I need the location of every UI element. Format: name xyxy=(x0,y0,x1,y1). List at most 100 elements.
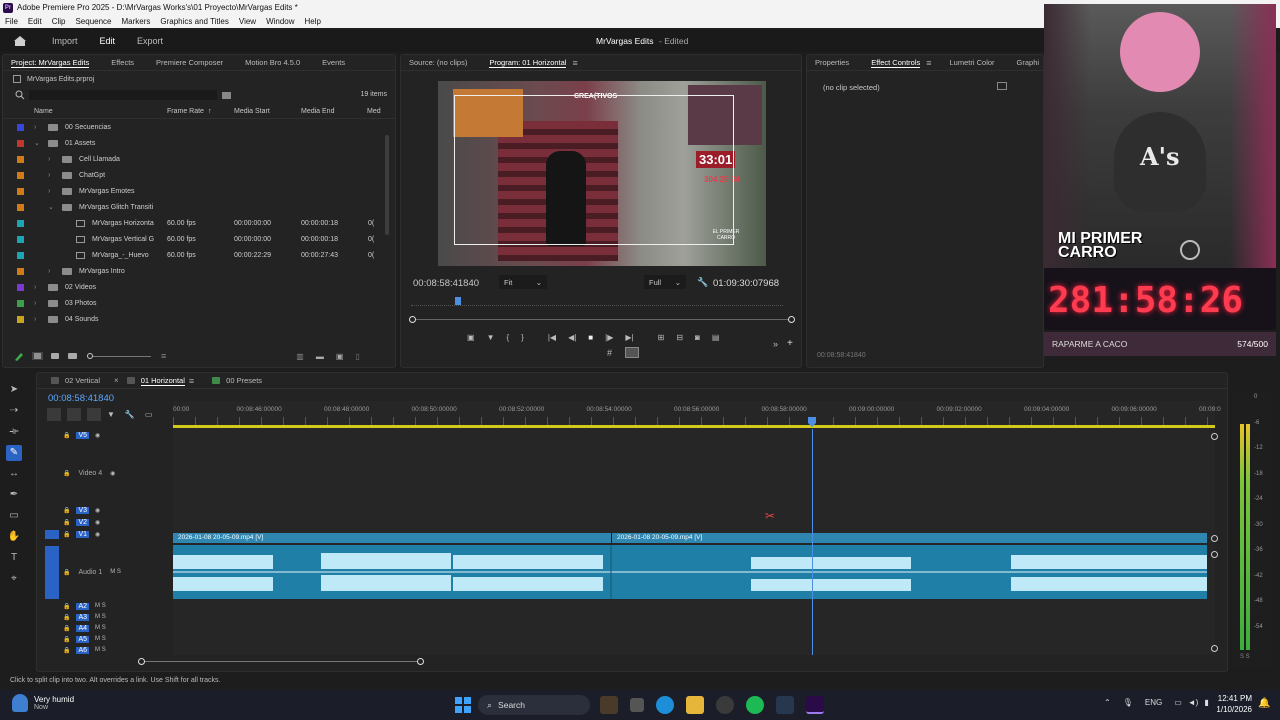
v-scroll-mid[interactable] xyxy=(1211,535,1218,542)
overwrite-icon[interactable]: ⊟ xyxy=(676,333,683,342)
eye-icon[interactable]: ◉ xyxy=(95,519,100,526)
selection-tool-icon[interactable]: ➤ xyxy=(6,382,22,398)
close-icon[interactable]: × xyxy=(114,376,119,385)
clock[interactable]: 12:41 PM 1/10/2026 xyxy=(1210,694,1252,714)
track-target-toggle[interactable] xyxy=(45,430,59,441)
snap-icon[interactable] xyxy=(67,407,81,421)
shape-tool-icon[interactable]: ⌖ xyxy=(6,571,22,587)
label-color-swatch[interactable] xyxy=(17,299,24,307)
mute-solo-icon[interactable]: M S xyxy=(95,614,106,620)
tab-premiere-composer[interactable]: Premiere Composer xyxy=(156,58,223,67)
track-target-toggle[interactable] xyxy=(45,506,59,515)
steam-icon[interactable] xyxy=(776,696,794,714)
disclosure-arrow-icon[interactable]: › xyxy=(34,124,44,131)
list-view-icon[interactable] xyxy=(31,350,45,362)
label-color-swatch[interactable] xyxy=(17,251,24,259)
tab-events[interactable]: Events xyxy=(322,58,345,67)
col-media-start[interactable]: Media Start xyxy=(234,108,270,115)
menu-clip[interactable]: Clip xyxy=(47,17,71,26)
tab-00-presets[interactable]: 00 Presets xyxy=(226,376,262,385)
project-row[interactable]: › 03 Photos xyxy=(3,295,395,311)
pencil-icon[interactable] xyxy=(13,350,25,362)
disclosure-arrow-icon[interactable]: › xyxy=(48,268,58,275)
toggle-timeline-icon[interactable] xyxy=(997,82,1007,90)
track-target-toggle[interactable] xyxy=(45,602,59,611)
safe-margins-icon[interactable]: # xyxy=(607,348,612,358)
captions-icon[interactable]: ▭ xyxy=(145,410,153,419)
audio-track-header[interactable]: 🔒 A2 M S xyxy=(37,601,173,611)
battery-icon[interactable]: ▮ xyxy=(1204,698,1208,707)
video-track-header[interactable]: 🔒 V1 ◉ xyxy=(37,529,173,539)
project-row[interactable]: ⌄ MrVargas Glitch Transiti xyxy=(3,199,395,215)
language-indicator[interactable]: ENG xyxy=(1145,698,1162,707)
lift-icon[interactable]: ▣ xyxy=(467,333,475,342)
audio-track-header[interactable]: 🔒 A5 M S xyxy=(37,634,173,644)
video-track-header[interactable]: 🔒 V3 ◉ xyxy=(37,505,173,515)
settings-wrench-icon[interactable]: 🔧 xyxy=(125,410,135,419)
tab-properties[interactable]: Properties xyxy=(815,58,849,67)
add-marker-icon[interactable]: ▼ xyxy=(107,410,115,419)
clear-icon[interactable]: ▯ xyxy=(355,352,359,361)
disclosure-arrow-icon[interactable]: › xyxy=(48,156,58,163)
timeline-timecode[interactable]: 00:08:58:41840 xyxy=(48,393,114,404)
track-target-toggle[interactable] xyxy=(45,613,59,622)
tab-02-vertical[interactable]: 02 Vertical xyxy=(65,376,100,385)
project-row[interactable]: MrVargas Vertical G 60.00 fps 00:00:00:00 0… xyxy=(3,231,395,247)
mute-solo-icon[interactable]: M S xyxy=(95,625,106,631)
video-clip-2[interactable]: 2026-01-08 20-05-09.mp4 [V] xyxy=(611,533,1207,543)
camera-icon[interactable]: ◙ xyxy=(695,333,700,342)
tab-effect-controls[interactable]: Effect Controls xyxy=(871,58,921,68)
task-view-icon[interactable] xyxy=(630,698,644,712)
freeform-view-icon[interactable] xyxy=(68,353,77,359)
mute-solo-icon[interactable]: M S xyxy=(95,636,106,642)
eye-icon[interactable]: ◉ xyxy=(95,531,100,538)
timeline-menu-icon[interactable]: ≡ xyxy=(189,376,194,386)
project-scrollbar[interactable] xyxy=(385,135,389,235)
lock-icon[interactable]: 🔒 xyxy=(63,614,70,621)
label-color-swatch[interactable] xyxy=(17,267,24,275)
label-color-swatch[interactable] xyxy=(17,203,24,211)
eye-icon[interactable]: ◉ xyxy=(110,470,115,477)
lock-icon[interactable]: 🔒 xyxy=(63,569,70,576)
bin-search-icon[interactable] xyxy=(222,91,231,99)
video-track-header[interactable]: 🔒 V2 ◉ xyxy=(37,517,173,527)
a-scroll-top[interactable] xyxy=(1211,551,1218,558)
network-icon[interactable]: ▭ xyxy=(1174,698,1182,707)
more-buttons-icon[interactable]: » xyxy=(773,339,778,349)
marker-icon[interactable]: ▼ xyxy=(487,333,495,342)
new-item-icon[interactable]: ▣ xyxy=(336,352,344,361)
col-media-end[interactable]: Media End xyxy=(301,108,334,115)
taskbar-search[interactable]: ⌕ Search xyxy=(478,695,590,715)
menu-help[interactable]: Help xyxy=(300,17,326,26)
disclosure-arrow-icon[interactable]: ⌄ xyxy=(34,139,44,147)
video-clip-1[interactable]: 2026-01-08 20-05-09.mp4 [V] xyxy=(173,533,611,543)
razor-tool-icon[interactable]: ✎ xyxy=(6,445,22,461)
lock-icon[interactable]: 🔒 xyxy=(63,507,70,514)
a-scroll-bottom[interactable] xyxy=(1211,645,1218,652)
type-tool-icon[interactable]: T xyxy=(6,550,22,566)
program-menu-icon[interactable]: ≡ xyxy=(572,58,577,68)
project-row[interactable]: MrVargas Horizonta 60.00 fps 00:00:00:00 00… xyxy=(3,215,395,231)
label-color-swatch[interactable] xyxy=(17,235,24,243)
col-frame-rate[interactable]: Frame Rate xyxy=(167,108,204,115)
eye-icon[interactable]: ◉ xyxy=(95,507,100,514)
slip-tool-icon[interactable]: ↔ xyxy=(6,466,22,482)
track-target-toggle[interactable] xyxy=(45,545,59,599)
audio-track-header[interactable]: 🔒 A4 M S xyxy=(37,623,173,633)
track-target-toggle[interactable] xyxy=(45,646,59,655)
label-color-swatch[interactable] xyxy=(17,171,24,179)
zoom-slider[interactable] xyxy=(87,352,151,359)
tab-source[interactable]: Source: (no clips) xyxy=(409,58,467,67)
video-track-header[interactable]: 🔒 V5 ◉ xyxy=(37,429,173,441)
tab-01-horizontal[interactable]: 01 Horizontal xyxy=(140,376,185,386)
project-row[interactable]: › MrVargas Emotes xyxy=(3,183,395,199)
lock-icon[interactable]: 🔒 xyxy=(63,531,70,538)
project-row[interactable]: › 00 Secuencias xyxy=(3,119,395,135)
label-color-swatch[interactable] xyxy=(17,315,24,323)
fit-dropdown[interactable]: Fit ⌄ xyxy=(499,275,547,289)
monitor-zoom-bar[interactable] xyxy=(409,316,795,323)
mute-solo-icon[interactable]: M S xyxy=(95,603,106,609)
project-row[interactable]: › 04 Sounds xyxy=(3,311,395,327)
workspace-edit[interactable]: Edit xyxy=(100,36,116,46)
project-row[interactable]: › ChatGpt xyxy=(3,167,395,183)
